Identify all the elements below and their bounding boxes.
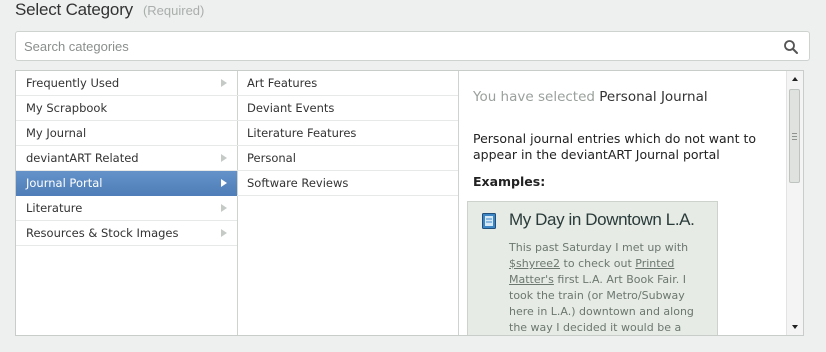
subcategory-label: Art Features — [247, 76, 318, 90]
category-detail-pane: You have selected Personal Journal Perso… — [459, 71, 788, 335]
subcategory-item-personal[interactable]: Personal — [237, 146, 458, 171]
category-item-frequently-used[interactable]: Frequently Used — [16, 71, 237, 96]
category-list: Frequently Used My Scrapbook My Journal … — [16, 71, 238, 335]
example-body: This past Saturday I met up with $shyree… — [509, 240, 709, 335]
scroll-thumb[interactable] — [789, 89, 800, 183]
selected-prefix: You have selected — [473, 89, 595, 105]
matters-link[interactable]: Matter's — [509, 273, 554, 286]
category-label: Resources & Stock Images — [26, 226, 179, 240]
detail-scrollbar[interactable] — [786, 71, 803, 335]
grip-line — [792, 139, 797, 140]
example-card: My Day in Downtown L.A. This past Saturd… — [467, 201, 718, 335]
required-label: (Required) — [142, 3, 205, 18]
category-label: deviantART Related — [26, 151, 139, 165]
page-title: Select Category — [15, 0, 133, 19]
subcategory-label: Personal — [247, 151, 296, 165]
category-description: Personal journal entries which do not wa… — [473, 131, 757, 162]
scroll-down-arrow-icon[interactable] — [787, 319, 803, 335]
user-mention-link[interactable]: $shyree2 — [509, 257, 560, 270]
subcategory-list: Art Features Deviant Events Literature F… — [237, 71, 459, 335]
selected-category-name: Personal Journal — [599, 89, 708, 105]
grip-line — [792, 133, 797, 134]
header: Select Category (Required) — [15, 0, 204, 24]
example-title: My Day in Downtown L.A. — [509, 210, 695, 229]
chevron-right-icon — [221, 154, 227, 162]
category-label: Frequently Used — [26, 76, 120, 90]
example-text: to check out — [560, 257, 636, 270]
subcategory-label: Literature Features — [247, 126, 357, 140]
subcategory-label: Software Reviews — [247, 176, 349, 190]
chevron-right-icon — [221, 79, 227, 87]
category-item-deviantart-related[interactable]: deviantART Related — [16, 146, 237, 171]
search-bar — [15, 31, 810, 61]
chevron-right-icon — [221, 204, 227, 212]
category-label: My Journal — [26, 126, 87, 140]
subcategory-item-art-features[interactable]: Art Features — [237, 71, 458, 96]
category-item-resources-stock-images[interactable]: Resources & Stock Images — [16, 221, 237, 246]
category-label: My Scrapbook — [26, 101, 108, 115]
selected-category-line: You have selected Personal Journal — [473, 89, 708, 105]
grip-line — [792, 136, 797, 137]
chevron-right-icon — [221, 179, 227, 187]
scroll-up-arrow-icon[interactable] — [787, 71, 803, 87]
category-browser: Frequently Used My Scrapbook My Journal … — [15, 70, 804, 336]
printed-link[interactable]: Printed — [635, 257, 674, 270]
category-item-journal-portal[interactable]: Journal Portal — [16, 171, 237, 196]
category-item-literature[interactable]: Literature — [16, 196, 237, 221]
chevron-right-icon — [221, 229, 227, 237]
category-label: Journal Portal — [26, 176, 103, 190]
search-icon[interactable] — [783, 39, 799, 55]
category-label: Literature — [26, 201, 83, 215]
example-text: This past Saturday I met up with — [509, 241, 689, 254]
subcategory-label: Deviant Events — [247, 101, 335, 115]
subcategory-item-deviant-events[interactable]: Deviant Events — [237, 96, 458, 121]
examples-heading: Examples: — [473, 174, 546, 189]
subcategory-item-literature-features[interactable]: Literature Features — [237, 121, 458, 146]
category-item-my-scrapbook[interactable]: My Scrapbook — [16, 96, 237, 121]
category-item-my-journal[interactable]: My Journal — [16, 121, 237, 146]
journal-icon — [482, 213, 496, 229]
subcategory-item-software-reviews[interactable]: Software Reviews — [237, 171, 458, 196]
search-input[interactable] — [24, 32, 764, 60]
